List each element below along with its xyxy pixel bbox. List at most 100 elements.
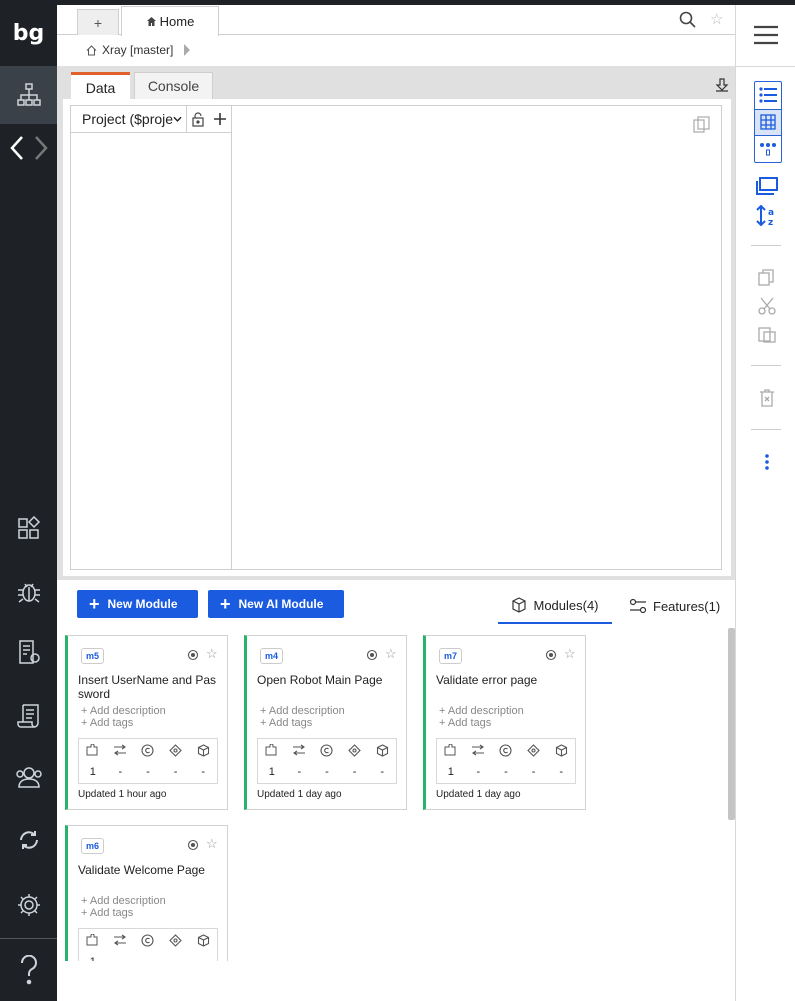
cube-icon — [192, 744, 214, 760]
stat-value: - — [380, 766, 384, 778]
app-logo[interactable]: bg — [0, 0, 57, 66]
watch-icon[interactable] — [366, 649, 378, 661]
stat-value: - — [146, 766, 150, 778]
cut-button[interactable] — [754, 293, 779, 318]
robot-icon — [165, 934, 187, 950]
copy-icon[interactable] — [693, 116, 710, 133]
module-stats: 1 - - - - — [436, 738, 576, 784]
swap-icon — [109, 744, 131, 760]
history-nav — [0, 128, 57, 168]
delete-icon — [759, 388, 774, 407]
hamburger-icon[interactable] — [754, 25, 778, 45]
module-title[interactable]: Open Robot Main Page — [257, 673, 402, 687]
add-tags-link[interactable]: + Add tags — [81, 717, 133, 729]
view-mode-group — [754, 81, 782, 163]
grid-view-icon[interactable] — [760, 114, 776, 130]
nav-reports[interactable] — [0, 632, 57, 672]
star-icon[interactable]: ☆ — [206, 836, 218, 852]
puzzle-icon — [82, 933, 104, 950]
list-view-icon[interactable] — [759, 87, 777, 103]
add-description-link[interactable]: + Add description — [439, 705, 524, 717]
dots-view-icon[interactable] — [759, 142, 777, 156]
forward-arrow-icon[interactable] — [33, 135, 49, 161]
module-card[interactable]: m5 ☆ Insert UserName and Pas sword + Add de… — [65, 635, 228, 810]
nav-settings[interactable] — [0, 885, 57, 925]
add-tags-label: Add tags — [447, 717, 492, 729]
tab-bar: + Home ☆ — [57, 5, 735, 36]
new-tab-button[interactable]: + — [77, 9, 119, 35]
sort-az-button[interactable]: az — [754, 203, 779, 228]
updated-time: Updated 1 day ago — [257, 789, 342, 800]
module-code-badge: m6 — [81, 838, 105, 854]
nav-scroll[interactable] — [0, 696, 57, 736]
add-project-button[interactable] — [209, 113, 231, 125]
module-title[interactable]: Insert UserName and Pas sword — [78, 673, 223, 701]
stat-value: 1 — [447, 766, 454, 778]
view-modules[interactable]: Modules(4) — [498, 588, 612, 624]
tab-data[interactable]: Data — [71, 72, 130, 100]
right-toolbar: az — [735, 5, 795, 1001]
toolbar-divider — [751, 245, 781, 246]
copyright-icon — [137, 744, 159, 760]
plus-icon: + — [89, 594, 100, 614]
nav-help[interactable] — [0, 950, 57, 990]
add-tags-link[interactable]: + Add tags — [81, 907, 133, 919]
tab-home[interactable]: Home — [121, 6, 219, 36]
add-tags-link[interactable]: + Add tags — [439, 717, 491, 729]
favorite-star-icon[interactable]: ☆ — [710, 10, 723, 28]
star-icon[interactable]: ☆ — [385, 646, 397, 662]
copyright-icon — [495, 744, 517, 760]
cube-icon — [550, 744, 572, 760]
stat-value: - — [297, 766, 302, 778]
new-ai-module-button[interactable]: + New AI Module — [208, 590, 344, 618]
module-card[interactable]: m6 ☆ Validate Welcome Page + Add descriptio… — [65, 825, 228, 961]
watch-icon[interactable] — [545, 649, 557, 661]
copy-button[interactable] — [754, 265, 779, 290]
view-features[interactable]: Features(1) — [629, 588, 720, 624]
lock-button[interactable] — [187, 111, 209, 127]
add-description-link[interactable]: + Add description — [81, 895, 166, 907]
toggles-icon — [629, 598, 647, 614]
cut-icon — [757, 297, 776, 315]
frame-button[interactable] — [754, 173, 779, 198]
breadcrumb-project[interactable]: Xray [master] — [102, 43, 173, 57]
star-icon[interactable]: ☆ — [206, 646, 218, 662]
new-module-button[interactable]: + New Module — [77, 590, 198, 618]
stat-value: - — [118, 766, 123, 778]
search-icon[interactable] — [679, 11, 696, 28]
puzzle-icon — [82, 743, 104, 760]
nav-users[interactable] — [0, 757, 57, 797]
module-card[interactable]: m7 ☆ Validate error page + Add description +… — [423, 635, 586, 810]
module-title[interactable]: Validate Welcome Page — [78, 863, 223, 877]
watch-icon[interactable] — [187, 839, 199, 851]
add-tags-link[interactable]: + Add tags — [260, 717, 312, 729]
add-description-link[interactable]: + Add description — [81, 705, 166, 717]
download-icon[interactable] — [715, 78, 729, 92]
breadcrumb[interactable]: Xray [master] — [86, 40, 191, 60]
nav-bugs[interactable] — [0, 571, 57, 611]
nav-hierarchy[interactable] — [0, 66, 57, 124]
stat-value: - — [504, 766, 508, 778]
more-options-button[interactable] — [754, 449, 779, 474]
nav-sync[interactable] — [0, 820, 57, 860]
stat-value: - — [531, 766, 536, 778]
watch-icon[interactable] — [187, 649, 199, 661]
delete-button[interactable] — [754, 385, 779, 410]
add-description-label: Add description — [447, 705, 524, 717]
swap-icon — [467, 744, 489, 760]
project-select[interactable]: Project ($proje — [71, 105, 187, 133]
back-arrow-icon[interactable] — [9, 135, 25, 161]
updated-time: Updated 1 hour ago — [78, 789, 167, 800]
module-card[interactable]: m4 ☆ Open Robot Main Page + Add description… — [244, 635, 407, 810]
modules-count: Modules(4) — [533, 597, 599, 613]
updated-time: Updated 1 day ago — [436, 789, 521, 800]
paste-button[interactable] — [754, 321, 779, 346]
add-description-link[interactable]: + Add description — [260, 705, 345, 717]
tab-console[interactable]: Console — [134, 72, 213, 100]
cards-scrollbar[interactable] — [728, 628, 735, 820]
add-tags-label: Add tags — [268, 717, 313, 729]
module-title[interactable]: Validate error page — [436, 673, 581, 687]
nav-apps[interactable] — [0, 508, 57, 548]
caret-right-icon[interactable] — [184, 44, 191, 56]
star-icon[interactable]: ☆ — [564, 646, 576, 662]
